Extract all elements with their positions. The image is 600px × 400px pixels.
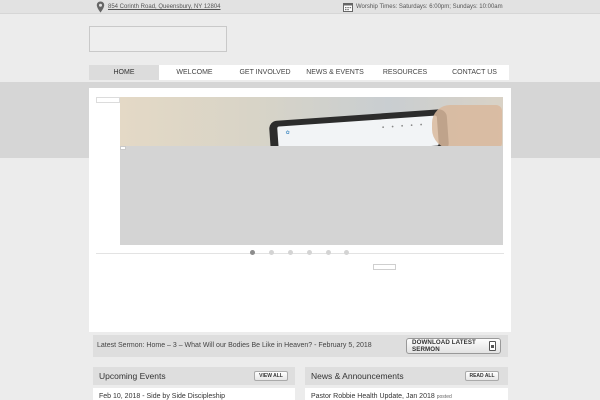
nav-contact-us[interactable]: CONTACT US	[440, 65, 509, 80]
slider-caption-box[interactable]	[373, 264, 396, 270]
download-sermon-button[interactable]: DOWNLOAD LATEST SERMON	[406, 338, 501, 354]
address-block: 854 Corinth Road, Queensbury, NY 12804	[96, 1, 221, 13]
upcoming-events-header: Upcoming Events VIEW ALL	[93, 367, 295, 385]
upcoming-events-title: Upcoming Events	[99, 371, 166, 381]
news-list-item[interactable]: Pastor Robbie Health Update, Jan 2018 pos…	[305, 388, 508, 400]
hand-image	[432, 105, 502, 146]
slide-tab[interactable]	[96, 97, 120, 103]
address-link[interactable]: 854 Corinth Road, Queensbury, NY 12804	[108, 4, 221, 10]
event-item-text: Feb 10, 2018 - Side by Side Discipleship	[99, 393, 226, 400]
worship-times-block: Worship Times: Saturdays: 6:00pm; Sunday…	[343, 1, 503, 13]
nav-resources[interactable]: RESOURCES	[370, 65, 440, 80]
nav-home[interactable]: HOME	[89, 65, 159, 80]
map-pin-icon	[96, 1, 105, 13]
calendar-icon	[343, 3, 353, 12]
news-title: News & Announcements	[311, 371, 404, 381]
download-sermon-label: DOWNLOAD LATEST SERMON	[412, 339, 476, 353]
event-list-item[interactable]: Feb 10, 2018 - Side by Side Discipleship	[93, 388, 295, 400]
top-bar: 854 Corinth Road, Queensbury, NY 12804 W…	[0, 0, 600, 14]
tablet-menu-dots: ● ● ● ● ●	[381, 121, 426, 130]
slider-dot-2[interactable]	[269, 250, 274, 255]
slider-dot-1[interactable]	[250, 250, 255, 255]
slider-dots	[250, 250, 354, 258]
tablet-image: ✿ ● ● ● ● ●	[268, 108, 450, 146]
worship-times-text: Worship Times: Saturdays: 6:00pm; Sunday…	[356, 4, 503, 10]
news-item-posted: posted	[436, 394, 452, 400]
main-nav: HOME WELCOME GET INVOLVED NEWS & EVENTS …	[89, 65, 509, 80]
tablet-app-logo: ✿	[285, 129, 291, 137]
tablet-screen: ✿ ● ● ● ● ●	[277, 115, 439, 146]
read-all-button[interactable]: READ ALL	[465, 371, 499, 381]
news-item-title[interactable]: Pastor Robbie Health Update, Jan 2018	[311, 393, 435, 400]
nav-news-events[interactable]: NEWS & EVENTS	[300, 65, 370, 80]
download-icon	[489, 341, 496, 351]
nav-get-involved[interactable]: GET INVOLVED	[230, 65, 300, 80]
site-logo[interactable]	[89, 26, 227, 52]
news-item-text: Pastor Robbie Health Update, Jan 2018 pos…	[311, 393, 452, 400]
news-header: News & Announcements READ ALL	[305, 367, 508, 385]
slider-dot-5[interactable]	[326, 250, 331, 255]
view-all-button[interactable]: VIEW ALL	[254, 371, 288, 381]
slider-dot-6[interactable]	[344, 250, 349, 255]
slider-dot-4[interactable]	[307, 250, 312, 255]
slider-dot-3[interactable]	[288, 250, 293, 255]
slide-marker	[120, 146, 126, 150]
nav-welcome[interactable]: WELCOME	[159, 65, 230, 80]
latest-sermon-text[interactable]: Latest Sermon: Home – 3 – What Will our …	[97, 342, 372, 349]
slide-photo: ✿ ● ● ● ● ●	[120, 97, 503, 146]
